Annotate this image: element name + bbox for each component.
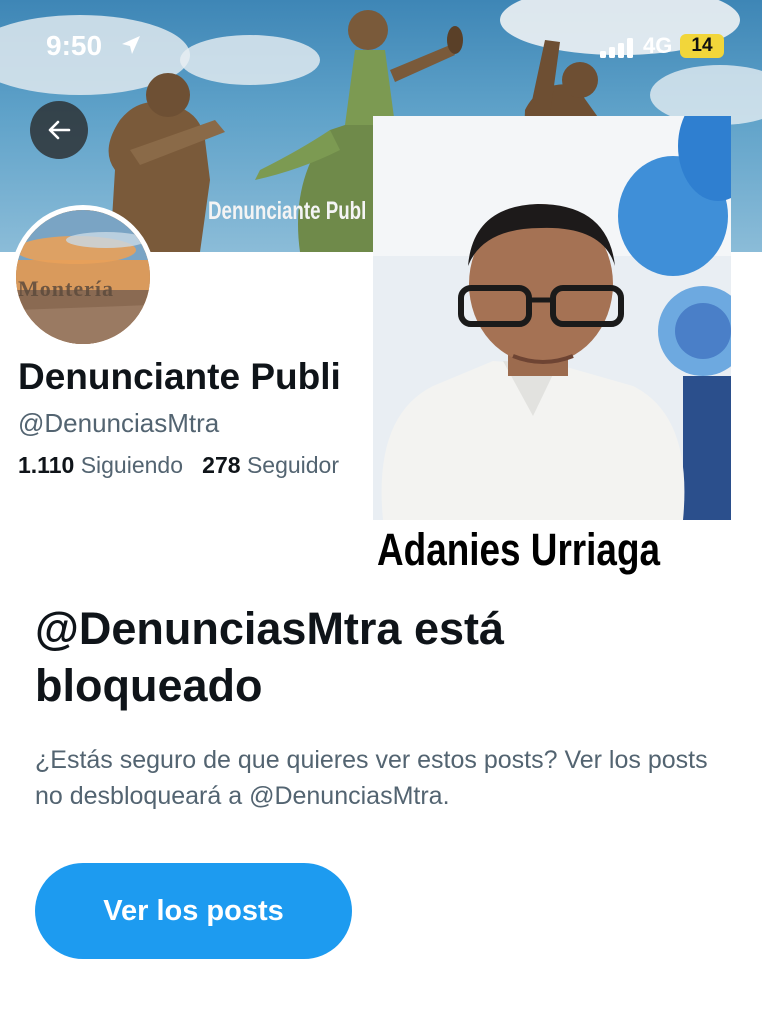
followers-link[interactable]: 278 Seguidor [202, 452, 339, 478]
profile-display-name: Denunciante Publi [18, 356, 341, 397]
following-label: Siguiendo [80, 452, 183, 478]
blocked-title: @DenunciasMtra está bloqueado [35, 603, 505, 711]
following-count: 1.110 [18, 452, 75, 478]
status-time: 9:50 [46, 30, 103, 61]
network-type: 4G [643, 33, 673, 58]
location-arrow-icon [122, 36, 140, 54]
followers-count: 278 [202, 452, 241, 478]
avatar-label: Montería [18, 276, 114, 301]
person-photo [373, 116, 731, 520]
back-button[interactable] [30, 101, 88, 159]
status-bar: 9:50 4G 14 [0, 0, 762, 95]
following-link[interactable]: 1.110 Siguiendo [18, 452, 183, 478]
overlay-photo [373, 116, 731, 520]
blocked-description: ¿Estás seguro de que quieres ver estos p… [35, 746, 708, 810]
profile-stats: 1.110 Siguiendo 278 Seguidor [18, 452, 339, 479]
battery-indicator: 14 [680, 34, 724, 58]
profile-avatar[interactable]: Montería [11, 205, 155, 349]
overlay-caption: Adanies Urriaga [377, 524, 661, 575]
view-posts-button[interactable]: Ver los posts [35, 863, 352, 959]
profile-handle: @DenunciasMtra [18, 408, 220, 438]
arrow-left-icon [48, 120, 71, 140]
banner-title: Denunciante Publ [208, 197, 367, 225]
signal-icon [600, 38, 633, 58]
followers-label: Seguidor [246, 452, 340, 478]
